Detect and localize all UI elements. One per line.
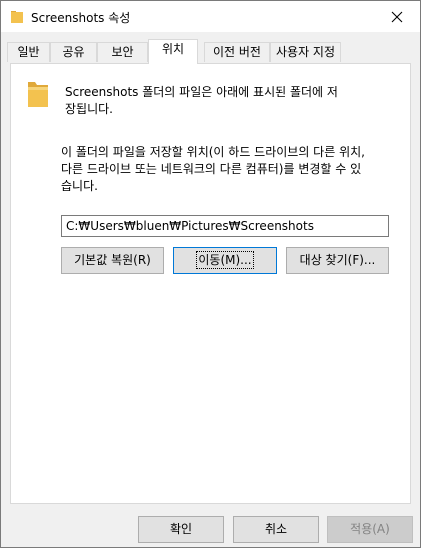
tab-label: 일반 [17, 45, 40, 59]
folder-icon [28, 82, 48, 107]
button-label: 적용(A) [350, 522, 390, 536]
tab-previous-versions[interactable]: 이전 버전 [204, 42, 270, 62]
tab-label: 사용자 지정 [275, 45, 335, 59]
window-title: Screenshots 속성 [31, 11, 131, 25]
close-button[interactable] [374, 1, 420, 32]
description-line: Screenshots 폴더의 파일은 아래에 표시된 폴더에 저 [65, 85, 338, 99]
tab-sharing[interactable]: 공유 [50, 42, 97, 62]
apply-button[interactable]: 적용(A) [327, 516, 413, 543]
folder-icon [11, 11, 23, 23]
tab-general[interactable]: 일반 [7, 42, 50, 62]
location-description: Screenshots 폴더의 파일은 아래에 표시된 폴더에 저 장됩니다. [65, 84, 365, 118]
tab-customize[interactable]: 사용자 지정 [270, 42, 341, 62]
find-target-button[interactable]: 대상 찾기(F)... [286, 247, 389, 274]
move-button[interactable]: 이동(M)... [173, 247, 277, 274]
button-label: 기본값 복원(R) [74, 253, 151, 267]
tab-label: 위치 [161, 42, 185, 56]
explanation-line: 이 폴더의 파일을 저장할 위치(이 하드 드라이브의 다른 위치, [61, 145, 365, 159]
location-explanation: 이 폴더의 파일을 저장할 위치(이 하드 드라이브의 다른 위치, 다른 드라… [61, 144, 401, 195]
location-panel: Screenshots 폴더의 파일은 아래에 표시된 폴더에 저 장됩니다. … [10, 63, 411, 504]
tab-label: 공유 [62, 45, 85, 59]
description-line: 장됩니다. [65, 102, 113, 116]
button-label: 이동(M)... [196, 251, 254, 269]
cancel-button[interactable]: 취소 [233, 516, 319, 543]
ok-button[interactable]: 확인 [138, 516, 224, 543]
tab-location[interactable]: 위치 [148, 39, 198, 64]
properties-dialog: Screenshots 속성 일반 공유 보안 위치 이전 버전 사용자 지정 … [0, 0, 421, 548]
button-label: 취소 [264, 522, 288, 536]
folder-path-input[interactable]: C:₩Users₩bluen₩Pictures₩Screenshots [61, 215, 389, 237]
restore-default-button[interactable]: 기본값 복원(R) [61, 247, 164, 274]
explanation-line: 습니다. [61, 179, 98, 193]
button-label: 확인 [169, 522, 193, 536]
explanation-line: 다른 드라이브 또는 네트워크의 다른 컴퓨터)를 변경할 수 있 [61, 162, 362, 176]
button-label: 대상 찾기(F)... [299, 253, 376, 267]
tab-label: 이전 버전 [213, 45, 261, 59]
close-icon [391, 11, 403, 22]
tab-security[interactable]: 보안 [97, 42, 148, 62]
tab-label: 보안 [111, 45, 134, 59]
title-bar: Screenshots 속성 [1, 1, 420, 32]
